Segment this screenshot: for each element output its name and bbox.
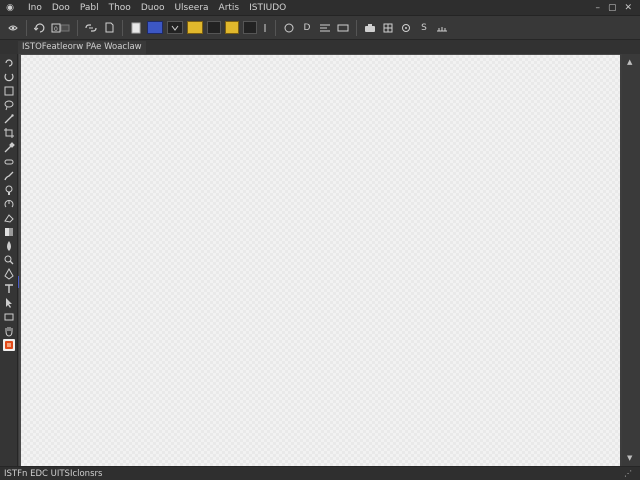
menu-item-3[interactable]: Pabl xyxy=(75,0,104,16)
canvas[interactable] xyxy=(21,55,620,466)
zoom-option-label: D xyxy=(303,22,311,33)
swatch-dropdown-icon[interactable] xyxy=(167,21,183,34)
document-tab[interactable]: ISTOFeatleorw PAe Woaclaw xyxy=(18,41,146,54)
layer-mode-toggle[interactable]: 0 xyxy=(51,20,71,36)
blur-tool-icon[interactable] xyxy=(3,240,15,252)
target-icon[interactable] xyxy=(282,20,296,36)
guides-option-label: S xyxy=(421,22,427,33)
history-brush-tool-icon[interactable] xyxy=(3,198,15,210)
svg-text:0: 0 xyxy=(54,26,58,33)
stroke-yellow-swatch[interactable] xyxy=(225,21,239,34)
eyedropper-tool-icon[interactable] xyxy=(3,141,15,154)
menu-bar: ◉ Ino Doo Pabl Thoo Duoo Ulseera Artis I… xyxy=(0,0,640,16)
hand-tool-icon[interactable] xyxy=(3,325,15,337)
wand-tool-icon[interactable] xyxy=(3,113,15,125)
zoom-option[interactable]: D xyxy=(300,20,314,36)
guides-option[interactable]: S xyxy=(417,20,431,36)
pen-tool-icon[interactable] xyxy=(3,268,15,281)
transform-icon[interactable] xyxy=(336,20,350,36)
clone-tool-icon[interactable] xyxy=(3,184,15,196)
lasso-tool-icon[interactable] xyxy=(3,99,15,111)
shape-tool-icon[interactable] xyxy=(3,311,15,323)
vertical-scrollbar[interactable]: ▲ ▼ xyxy=(622,54,640,466)
stroke-dropdown-icon[interactable] xyxy=(243,21,257,34)
menu-item-7[interactable]: Artis xyxy=(214,0,245,16)
status-bar: ISTFn EDC UITSIclonsrs ⋰ xyxy=(0,466,640,480)
path-select-tool-icon[interactable] xyxy=(3,297,15,309)
blue-swatch[interactable] xyxy=(147,21,163,34)
history-icon[interactable] xyxy=(33,20,47,36)
scroll-up-icon[interactable]: ▲ xyxy=(627,58,632,66)
gradient-tool-icon[interactable] xyxy=(3,226,15,238)
link-icon[interactable] xyxy=(84,20,98,36)
eraser-tool-icon[interactable] xyxy=(3,212,15,224)
maximize-button[interactable]: ▢ xyxy=(608,0,617,16)
rotate-tool-icon[interactable] xyxy=(3,71,15,83)
separator xyxy=(26,19,27,36)
app-logo-icon: ◉ xyxy=(6,2,14,13)
more-options-icon[interactable] xyxy=(261,20,269,36)
separator xyxy=(77,19,78,36)
menu-item-8[interactable]: ISTIUDO xyxy=(244,0,291,16)
visibility-icon[interactable] xyxy=(6,20,20,36)
brush-tool-icon[interactable] xyxy=(3,170,15,182)
grid-icon[interactable] xyxy=(381,20,395,36)
document-tab-bar: ISTOFeatleorw PAe Woaclaw xyxy=(0,40,640,54)
camera-icon[interactable] xyxy=(363,20,377,36)
color-swatch-group xyxy=(145,21,185,34)
fill-dropdown-icon[interactable] xyxy=(207,21,221,34)
align-option[interactable] xyxy=(318,20,332,36)
document-icon[interactable] xyxy=(102,20,116,36)
fill-swatch-group xyxy=(185,21,223,34)
type-tool-icon[interactable] xyxy=(3,283,15,295)
menu-item-5[interactable]: Duoo xyxy=(136,0,170,16)
status-text: ISTFn EDC UITSIclonsrs xyxy=(4,468,103,479)
resize-grip-icon[interactable]: ⋰ xyxy=(624,467,632,480)
menu-item-6[interactable]: Ulseera xyxy=(169,0,213,16)
separator xyxy=(122,19,123,36)
window-controls: – ▢ ✕ xyxy=(595,0,632,16)
yellow-swatch[interactable] xyxy=(187,21,203,34)
dodge-tool-icon[interactable] xyxy=(3,254,15,266)
scroll-down-icon[interactable]: ▼ xyxy=(627,454,632,462)
canvas-area xyxy=(19,54,620,466)
separator xyxy=(356,19,357,36)
menu-item-4[interactable]: Thoo xyxy=(104,0,136,16)
color-swatch-icon[interactable] xyxy=(2,338,15,351)
move-tool-icon[interactable] xyxy=(3,57,15,69)
menu-item-1[interactable]: Ino xyxy=(23,0,47,16)
minimize-button[interactable]: – xyxy=(595,0,600,16)
select-tool-icon[interactable] xyxy=(3,85,15,97)
options-bar: 0 D S xyxy=(0,16,640,40)
separator xyxy=(275,19,276,36)
stroke-swatch-group xyxy=(223,20,271,36)
crop-tool-icon[interactable] xyxy=(3,127,15,139)
snap-icon[interactable] xyxy=(399,20,413,36)
new-page-icon[interactable] xyxy=(129,20,143,36)
rulers-icon[interactable] xyxy=(435,20,449,36)
close-button[interactable]: ✕ xyxy=(624,0,632,16)
menu-item-2[interactable]: Doo xyxy=(47,0,75,16)
toolbox xyxy=(0,54,18,466)
heal-tool-icon[interactable] xyxy=(3,156,15,168)
